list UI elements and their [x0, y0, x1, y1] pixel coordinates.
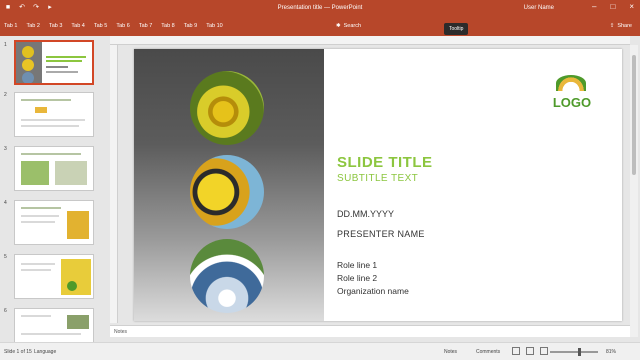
vertical-ruler[interactable]	[110, 45, 118, 323]
thumb-number: 1	[4, 42, 7, 48]
logo-text: LOGO	[552, 95, 592, 110]
tab-list: Tab 1 Tab 2 Tab 3 Tab 4 Tab 5 Tab 6 Tab …	[4, 23, 223, 29]
thumb-number: 6	[4, 308, 7, 314]
slide-thumbnail-3[interactable]	[14, 146, 94, 191]
tab-9[interactable]: Tab 9	[184, 23, 197, 29]
slide-thumbnail-5[interactable]	[14, 254, 94, 299]
language-indicator[interactable]: Language	[34, 349, 56, 355]
slide-thumbnail-4[interactable]	[14, 200, 94, 245]
view-buttons	[512, 347, 548, 355]
zoom-slider[interactable]	[550, 351, 598, 353]
presentation-date[interactable]: DD.MM.YYYY	[337, 209, 394, 219]
share-icon: ⇪	[609, 23, 615, 29]
scrollbar-thumb[interactable]	[632, 55, 636, 175]
tab-1[interactable]: Tab 1	[4, 23, 17, 29]
ribbon-tabs: Tab 1 Tab 2 Tab 3 Tab 4 Tab 5 Tab 6 Tab …	[0, 17, 640, 36]
zoom-level[interactable]: 81%	[606, 349, 616, 355]
flying-bee-photo[interactable]	[190, 155, 264, 229]
user-name[interactable]: User Name	[524, 5, 554, 11]
maximize-icon[interactable]: □	[610, 2, 615, 11]
tab-5[interactable]: Tab 5	[94, 23, 107, 29]
slide-thumbnail-6[interactable]	[14, 308, 94, 342]
vertical-scrollbar[interactable]	[630, 45, 638, 337]
close-icon[interactable]: ×	[629, 2, 634, 11]
tell-me-box[interactable]: ✱ Search	[336, 23, 361, 29]
status-bar: Slide 1 of 15 Language Notes Comments 81…	[0, 342, 640, 360]
thumb-number: 3	[4, 146, 7, 152]
share-label: Share	[617, 23, 632, 29]
slide-thumbnail-1[interactable]	[14, 40, 94, 85]
reading-view-icon[interactable]	[540, 347, 548, 355]
tell-me-label: Search	[343, 23, 362, 29]
horizontal-ruler[interactable]	[110, 36, 630, 45]
slide-editor[interactable]: LOGO SLIDE TITLE SUBTITLE TEXT DD.MM.YYY…	[118, 45, 628, 323]
logo-mark	[556, 75, 586, 91]
current-slide[interactable]: LOGO SLIDE TITLE SUBTITLE TEXT DD.MM.YYY…	[134, 49, 622, 321]
slide-thumbnail-2[interactable]	[14, 92, 94, 137]
zoom-slider-thumb[interactable]	[578, 348, 581, 356]
slide-gradient-panel	[134, 49, 324, 321]
tab-2[interactable]: Tab 2	[26, 23, 39, 29]
tab-8[interactable]: Tab 8	[161, 23, 174, 29]
normal-view-icon[interactable]	[512, 347, 520, 355]
share-button[interactable]: ⇪ Share	[610, 23, 632, 29]
rapeseed-bee-photo[interactable]	[190, 71, 264, 145]
notes-button[interactable]: Notes	[444, 349, 457, 355]
presenter-name[interactable]: PRESENTER NAME	[337, 229, 425, 239]
role-line-1: Role line 1	[337, 260, 378, 270]
speaker-tooltip: Tooltip	[444, 23, 469, 35]
tab-10[interactable]: Tab 10	[206, 23, 223, 29]
comments-button[interactable]: Comments	[476, 349, 500, 355]
thumb-number: 5	[4, 254, 7, 260]
tab-6[interactable]: Tab 6	[116, 23, 129, 29]
presenter-role[interactable]: Role line 1 Role line 2 Organization nam…	[337, 259, 409, 298]
tab-4[interactable]: Tab 4	[71, 23, 84, 29]
field-flowers-photo[interactable]	[190, 239, 264, 313]
company-logo[interactable]: LOGO	[528, 69, 616, 119]
sorter-view-icon[interactable]	[526, 347, 534, 355]
slide-title[interactable]: SLIDE TITLE	[337, 154, 433, 171]
minimize-icon[interactable]: –	[592, 2, 596, 11]
slide-thumbnails-pane[interactable]: 1 2 3 4 5 6	[0, 36, 104, 342]
window-controls: – □ ×	[592, 2, 634, 11]
lightbulb-icon: ✱	[336, 23, 341, 29]
tab-7[interactable]: Tab 7	[139, 23, 152, 29]
thumb-number: 2	[4, 92, 7, 98]
slide-subtitle[interactable]: SUBTITLE TEXT	[337, 173, 418, 184]
title-bar: ■ ↶ ↷ ▸ Presentation title — PowerPoint …	[0, 0, 640, 17]
notes-pane[interactable]: Notes	[110, 325, 630, 337]
tab-3[interactable]: Tab 3	[49, 23, 62, 29]
slide-counter: Slide 1 of 15	[4, 349, 32, 355]
thumb-number: 4	[4, 200, 7, 206]
role-line-2: Role line 2	[337, 273, 378, 283]
role-line-3: Organization name	[337, 286, 409, 296]
